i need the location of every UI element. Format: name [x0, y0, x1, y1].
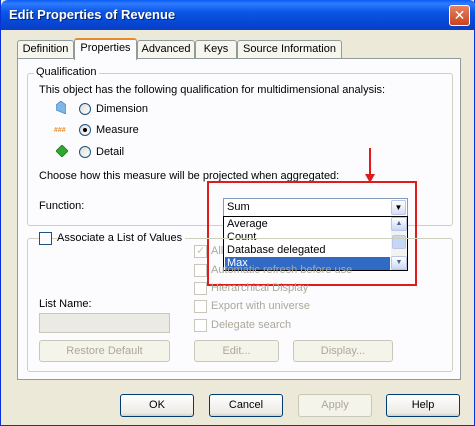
- qualification-description: This object has the following qualificat…: [39, 84, 386, 96]
- measure-label[interactable]: Measure: [96, 124, 139, 136]
- allow-edit-checkbox[interactable]: [194, 244, 207, 258]
- svg-text:###: ###: [54, 127, 66, 133]
- edit-properties-dialog: Edit Properties of Revenue ✕ Definition …: [0, 0, 475, 426]
- scroll-up-icon[interactable]: ▲: [391, 217, 407, 231]
- function-select-value: Sum: [227, 201, 250, 213]
- associate-lov-checkbox[interactable]: [39, 232, 52, 245]
- auto-refresh-checkbox[interactable]: [194, 264, 207, 277]
- restore-default-button[interactable]: Restore Default: [39, 340, 170, 362]
- associate-lov-label[interactable]: Associate a List of Values: [57, 232, 186, 244]
- delegate-search-label: Delegate search: [211, 319, 292, 331]
- hierarchical-display-label: Hierarchical Display: [211, 282, 309, 294]
- measure-radio[interactable]: [79, 124, 91, 136]
- list-name-label: List Name:: [39, 298, 92, 310]
- tab-source-information-label: Source Information: [243, 43, 336, 55]
- dimension-label[interactable]: Dimension: [96, 103, 148, 115]
- qualification-legend: Qualification: [34, 66, 99, 78]
- detail-icon: [56, 145, 68, 157]
- tab-properties[interactable]: Properties: [74, 38, 137, 60]
- tab-source-information[interactable]: Source Information: [237, 40, 342, 59]
- export-universe-label: Export with universe: [211, 300, 311, 312]
- tab-advanced-label: Advanced: [141, 43, 191, 55]
- export-universe-checkbox[interactable]: [194, 300, 207, 313]
- hierarchical-display-checkbox[interactable]: [194, 282, 207, 295]
- chevron-down-icon[interactable]: ▼: [391, 200, 406, 215]
- apply-button[interactable]: Apply: [298, 394, 372, 417]
- dimension-icon: [56, 101, 66, 114]
- delegate-search-checkbox[interactable]: [194, 319, 207, 332]
- window-title: Edit Properties of Revenue: [9, 7, 176, 22]
- close-icon: ✕: [453, 7, 466, 23]
- dimension-radio[interactable]: [79, 103, 91, 115]
- function-label: Function:: [39, 200, 85, 212]
- tab-advanced[interactable]: Advanced: [137, 40, 195, 59]
- tab-properties-label: Properties: [80, 42, 131, 54]
- tab-keys[interactable]: Keys: [195, 40, 237, 59]
- detail-radio[interactable]: [79, 146, 91, 158]
- help-button[interactable]: Help: [386, 394, 460, 417]
- annotation-arrow-icon: [365, 148, 375, 183]
- tab-definition[interactable]: Definition: [17, 40, 74, 59]
- ok-button[interactable]: OK: [120, 394, 194, 417]
- list-name-input[interactable]: [39, 313, 170, 333]
- function-select[interactable]: Sum ▼: [223, 198, 408, 217]
- measure-icon: ###: [54, 125, 68, 133]
- title-bar[interactable]: Edit Properties of Revenue ✕: [1, 0, 475, 30]
- auto-refresh-label: Automatic refresh before use: [211, 264, 353, 276]
- tab-keys-label: Keys: [203, 43, 229, 55]
- aggregation-prompt: Choose how this measure will be projecte…: [39, 170, 340, 182]
- allow-edit-label: Allow users to edit this list of values: [211, 245, 223, 257]
- close-button[interactable]: ✕: [449, 5, 470, 26]
- edit-button[interactable]: Edit...: [194, 340, 279, 362]
- cancel-button[interactable]: Cancel: [209, 394, 283, 417]
- display-button[interactable]: Display...: [293, 340, 393, 362]
- tab-definition-label: Definition: [22, 43, 69, 55]
- function-option-average[interactable]: Average: [225, 218, 390, 231]
- detail-label[interactable]: Detail: [96, 146, 124, 158]
